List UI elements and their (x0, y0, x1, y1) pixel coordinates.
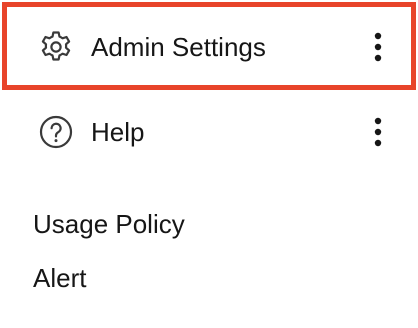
more-options-icon[interactable] (364, 27, 392, 67)
gear-icon (36, 27, 76, 67)
more-options-icon[interactable] (364, 112, 392, 152)
usage-policy-link[interactable]: Usage Policy (33, 209, 185, 239)
menu-item-label: Admin Settings (91, 32, 266, 62)
help-circle-icon (36, 112, 76, 152)
menu-item-help[interactable]: Help (0, 100, 418, 164)
menu-item-label: Help (91, 117, 145, 147)
alert-link[interactable]: Alert (33, 263, 86, 293)
account-menu: Admin Settings Help Usage Policy Alert (0, 0, 418, 328)
menu-item-admin-settings[interactable]: Admin Settings (0, 0, 418, 92)
